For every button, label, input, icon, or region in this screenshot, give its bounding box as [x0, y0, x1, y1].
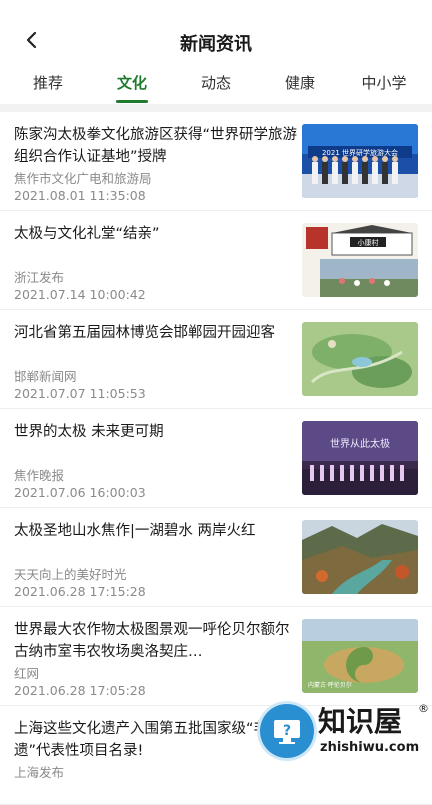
news-thumbnail: 世界从此太极 [302, 421, 418, 495]
news-item[interactable]: 太极圣地山水焦作|一湖碧水 两岸火红 天天向上的美好时光 2021.06.28 … [0, 508, 432, 607]
news-source: 焦作晚报 [14, 468, 65, 483]
category-tabs: 推荐 文化 动态 健康 中小学 [0, 64, 432, 104]
tab-news-dynamic[interactable]: 动态 [180, 64, 252, 104]
news-thumbnail [302, 520, 418, 594]
news-date: 2021.07.14 10:00:42 [14, 287, 146, 302]
news-thumbnail: 2021 世界研学旅游大会 [302, 124, 418, 198]
thumb-sign-text: 小康村 [358, 238, 379, 247]
thumb-caption-text: 内蒙古·呼伦贝尔 [308, 681, 352, 689]
watermark-name: 知识屋 [318, 705, 403, 738]
tab-health[interactable]: 健康 [264, 64, 336, 104]
news-source: 上海发布 [14, 765, 65, 780]
news-date: 2021.08.01 11:35:08 [14, 188, 146, 203]
news-title: 世界的太极 未来更可期 [14, 424, 164, 440]
watermark-registered: ® [418, 702, 429, 715]
news-date: 2021.07.07 11:05:53 [14, 386, 146, 401]
news-date: 2021.06.28 17:15:28 [14, 584, 146, 599]
tab-culture[interactable]: 文化 [96, 64, 168, 104]
news-source: 红网 [14, 666, 40, 681]
news-date: 2021.07.06 16:00:03 [14, 485, 146, 500]
news-title: 河北省第五届园林博览会邯郸园开园迎客 [14, 325, 275, 341]
app-header: 新闻资讯 [0, 0, 432, 64]
news-source: 天天向上的美好时光 [14, 567, 127, 582]
news-title: 太极圣地山水焦作|一湖碧水 两岸火红 [14, 523, 256, 539]
news-thumbnail [302, 322, 418, 396]
news-item[interactable]: 河北省第五届园林博览会邯郸园开园迎客 邯郸新闻网 2021.07.07 11:0… [0, 310, 432, 409]
news-item[interactable]: 世界最大农作物太极图景观一呼伦贝尔额尔古纳市室韦农牧场奥洛契庄… 红网 2021… [0, 607, 432, 706]
news-title: 陈家沟太极拳文化旅游区获得“世界研学旅游组织合作认证基地”授牌 [14, 127, 298, 165]
watermark-url: zhishiwu.com [320, 740, 420, 755]
thumb-banner-text: 2021 世界研学旅游大会 [322, 148, 398, 157]
news-source: 邯郸新闻网 [14, 369, 77, 384]
news-item[interactable]: 陈家沟太极拳文化旅游区获得“世界研学旅游组织合作认证基地”授牌 焦作市文化广电和… [0, 112, 432, 211]
thumb-banner-text: 世界从此太极 [330, 437, 390, 450]
tab-schools[interactable]: 中小学 [348, 64, 420, 104]
news-date: 2021.06.28 17:05:28 [14, 683, 146, 698]
news-source: 浙江发布 [14, 270, 65, 285]
news-item[interactable]: 世界的太极 未来更可期 焦作晚报 2021.07.06 16:00:03 世界从… [0, 409, 432, 508]
news-title: 太极与文化礼堂“结亲” [14, 226, 160, 242]
svg-text:?: ? [283, 723, 291, 739]
section-divider [0, 104, 432, 112]
news-source: 焦作市文化广电和旅游局 [14, 171, 152, 186]
help-monitor-icon: ? [274, 720, 300, 744]
tab-recommend[interactable]: 推荐 [12, 64, 84, 104]
news-item[interactable]: 太极与文化礼堂“结亲” 浙江发布 2021.07.14 10:00:42 小康村 [0, 211, 432, 310]
news-thumbnail: 内蒙古·呼伦贝尔 [302, 619, 418, 693]
news-title: 世界最大农作物太极图景观一呼伦贝尔额尔古纳市室韦农牧场奥洛契庄… [14, 622, 290, 660]
news-thumbnail: 小康村 [302, 223, 418, 297]
site-watermark: ? 知识屋 ® zhishiwu.com [242, 698, 432, 768]
page-title: 新闻资讯 [180, 34, 252, 55]
watermark-logo: ? [260, 704, 314, 758]
